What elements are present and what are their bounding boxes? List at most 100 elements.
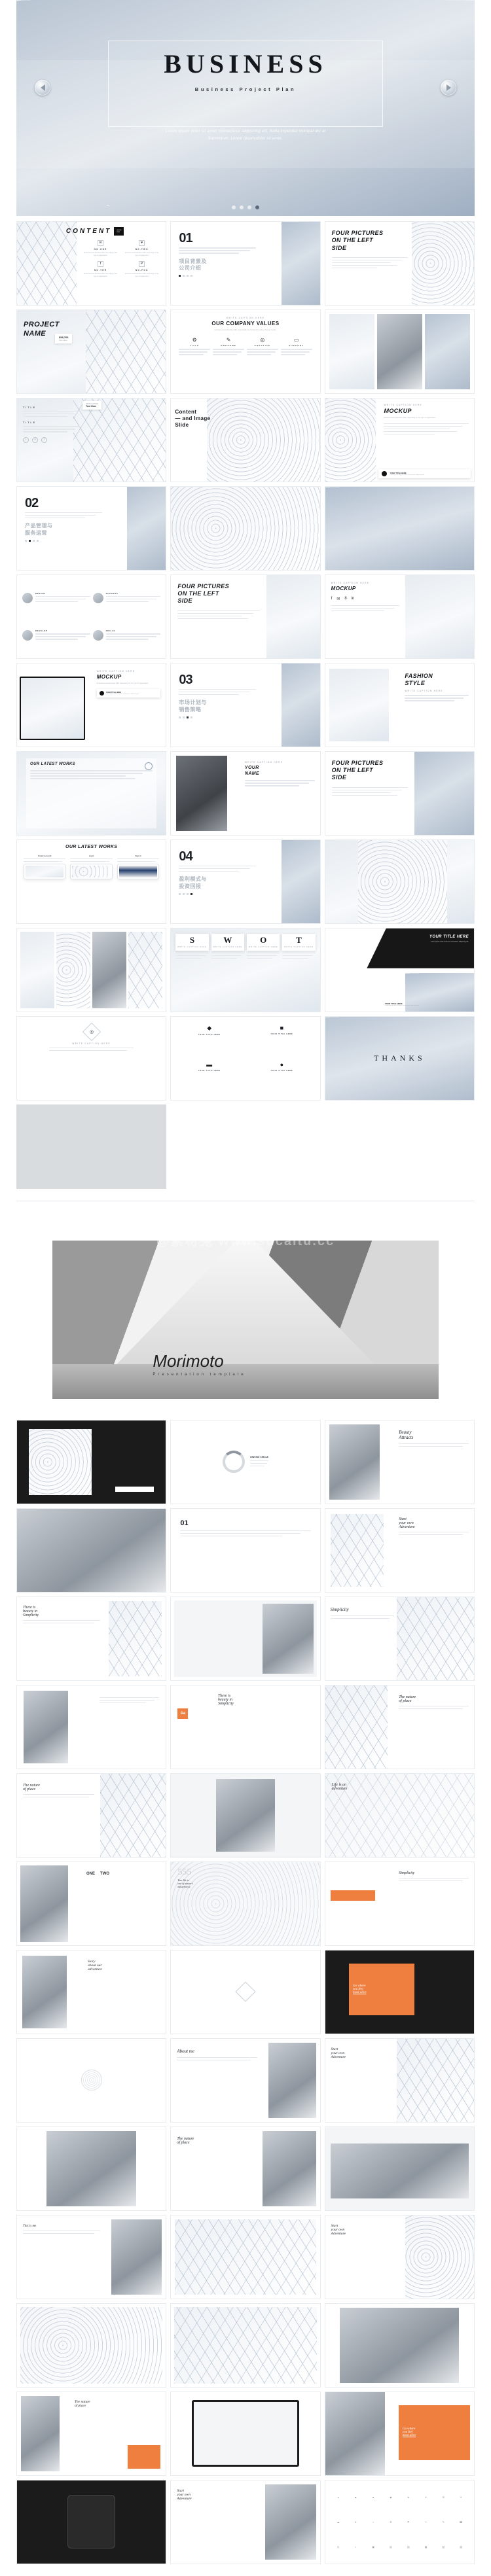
slide-m-simplicity-2[interactable]: Simplicity [324, 1861, 475, 1946]
slide-mockup-1[interactable]: WRITE CAPTION HERE MOCKUP Entrepreneuria… [324, 397, 475, 482]
slide-team-four[interactable]: DESIGN SUCCESS DEVELOP SKILLS [16, 574, 167, 659]
slide-m-stairs[interactable] [170, 1596, 321, 1681]
slide-m-plant[interactable] [170, 2214, 321, 2299]
swot-item-1[interactable]: S WRITE CAPTION HERE [175, 933, 209, 1006]
slide-m-arch[interactable] [16, 2303, 167, 2388]
slide-mockup-social[interactable]: WRITE CAPTION HERE MOCKUP f ✉ 8 in [324, 574, 475, 659]
linkedin-icon[interactable]: in [352, 597, 355, 601]
slide-section-04[interactable]: 04 盈利模式与 投资回报 [170, 839, 321, 924]
values-col-1[interactable]: ⚙ TITLE [179, 337, 211, 357]
slide-m-tablet-dark[interactable] [170, 2391, 321, 2476]
phone-item-3[interactable]: Sign in [117, 855, 160, 880]
download-icon[interactable]: ↓ [23, 436, 29, 443]
slide-m-nature-place-2[interactable]: The nature of place [16, 1773, 167, 1858]
slide-m-story-adventure[interactable]: Story about our adventure [16, 1949, 167, 2034]
slide-m-go-where-2[interactable]: Go where you feel most alive [324, 2391, 475, 2476]
slide-content-toc[interactable]: CONTENT ▬▬▬ ▬▬ ✉ NO.ONE Entrepreneurial a… [16, 221, 167, 306]
slide-m-nature-place-1[interactable]: The nature of place [324, 1684, 475, 1769]
values-col-4[interactable]: ▭ SUPPORT [280, 337, 312, 357]
slide-m-go-where[interactable]: Go where you feel most alive [324, 1949, 475, 2034]
slide-m-about-me[interactable]: About me [170, 2038, 321, 2123]
toc-item-4[interactable]: P NO.FOU Entrepreneurial activities diff… [124, 260, 159, 278]
slide-m-circle-chart[interactable]: ONE BIG CIRCLE [170, 1419, 321, 1504]
slide-m-circular[interactable] [16, 2038, 167, 2123]
carousel-dot-4[interactable] [255, 205, 259, 209]
slide-section-03[interactable]: 03 市场计划与 销售策略 [170, 662, 321, 747]
slide-m-555[interactable]: 555 Your life is one of nature's masterp… [170, 1861, 321, 1946]
twitter-icon[interactable]: ✉ [336, 597, 340, 601]
icon-item-1[interactable]: ◆ YOUR TITLE HERE [176, 1025, 242, 1056]
slide-m-nature-place-3[interactable]: The nature of place [170, 2126, 321, 2211]
slide-gallery-strip[interactable] [16, 927, 167, 1012]
slide-columns-image[interactable] [324, 839, 475, 924]
slide-title-text[interactable]: WRITE CAPTION Text Here TITLE TITLE ↓ ○ … [16, 397, 167, 482]
slide-person-profile[interactable]: WRITE CAPTION HERE YOUR NAME [170, 750, 321, 836]
carousel-prev-button[interactable] [35, 80, 50, 96]
slide-fashion-style[interactable]: FASHION STYLE WRITE CAPTION HERE [324, 662, 475, 747]
google-icon[interactable]: 8 [344, 597, 346, 601]
slide-m-watch[interactable] [16, 2479, 167, 2564]
upload-icon[interactable]: ↑ [41, 436, 47, 443]
facebook-icon[interactable]: f [331, 597, 333, 601]
team-member-3[interactable]: DEVELOP [22, 618, 90, 653]
slide-diamond-idea[interactable]: ◎ WRITE CAPTION HERE [16, 1015, 167, 1101]
carousel-dots[interactable] [16, 205, 475, 209]
slide-m-shelf[interactable] [324, 2303, 475, 2388]
slide-four-pictures-1[interactable]: FOUR PICTURES ON THE LEFT SIDE [324, 221, 475, 306]
icon-item-2[interactable]: ■ YOUR TITLE HERE [249, 1025, 315, 1056]
slide-latest-works-1[interactable]: OUR LATEST WORKS [16, 750, 167, 836]
slide-m-icon-sheet[interactable]: ● ■ ▲ ◆ ★ ✈ ✉ ☀ ☁ ♥ ⌂ ⚙ ⚑ ✂ ✎ ☎ ◎ ◐ ▣ ▤ ▥ ▦ ▧ ▨ [324, 2479, 475, 2564]
slide-m-stairs-2[interactable] [16, 2126, 167, 2211]
slide-m-person-walk[interactable] [170, 1773, 321, 1858]
slide-mockup-laptop[interactable]: WRITE CAPTION HERE MOCKUP Entrepreneuria… [16, 662, 167, 747]
slide-section-02[interactable]: 02 产品管理与 服务运营 [16, 485, 167, 571]
phone-item-1[interactable]: Create Account [24, 855, 66, 880]
slide-section-01[interactable]: 01 项目背景及 公司介绍 [170, 221, 321, 306]
slide-company-values[interactable]: WRITE CAPTION HERE OUR COMPANY VALUES En… [170, 309, 321, 394]
slide-m-beauty-simplicity-1[interactable]: There is beauty in Simplicity [16, 1596, 167, 1681]
team-member-1[interactable]: DESIGN [22, 580, 90, 615]
slide-m-simplicity[interactable]: Simplicity [324, 1596, 475, 1681]
swot-item-4[interactable]: T WRITE CAPTION HERE [282, 933, 316, 1006]
slide-m-start-adventure-4[interactable]: Start your own Adventure [170, 2479, 321, 2564]
carousel-next-button[interactable] [441, 80, 456, 96]
slide-m-start-adventure-2[interactable]: Start your own Adventure [324, 2038, 475, 2123]
carousel-dot-1[interactable] [232, 205, 236, 209]
info-icon[interactable]: ○ [32, 436, 38, 443]
slide-m-life-adventure[interactable]: Life is an adventure [324, 1773, 475, 1858]
slide-four-pictures-2[interactable]: FOUR PICTURES ON THE LEFT SIDE [170, 574, 321, 659]
phone-item-2[interactable]: Login [70, 855, 113, 880]
slide-m-this-is-me[interactable]: This is me [16, 2214, 167, 2299]
slide-m-frame[interactable] [16, 1684, 167, 1769]
slide-content-image[interactable]: Content — and Image Slide [170, 397, 321, 482]
carousel-dot-3[interactable] [247, 205, 251, 209]
slide-thanks[interactable]: THANKS [324, 1015, 475, 1101]
icon-item-4[interactable]: ● YOUR TITLE HERE [249, 1061, 315, 1092]
icon-item-3[interactable]: ▬ YOUR TITLE HERE [176, 1061, 242, 1092]
toc-item-3[interactable]: f NO.THR Entrepreneurial activities diff… [83, 260, 118, 278]
carousel-dot-2[interactable] [240, 205, 244, 209]
values-col-2[interactable]: ✎ AWESOME [213, 337, 244, 357]
slide-wave-image-1[interactable] [324, 485, 475, 571]
slide-your-title-dark[interactable]: YOUR TITLE HERE Lorem ipsum dolor sit am… [324, 927, 475, 1012]
toc-item-2[interactable]: ♥ NO.TWO Entrepreneurial activities diff… [124, 239, 159, 257]
slide-m-lamp[interactable] [16, 1508, 167, 1593]
slide-m-big-numbers[interactable]: ONE TWO [16, 1861, 167, 1946]
slide-swot-analysis[interactable]: S WRITE CAPTION HERE W WRITE CAPTION HER… [170, 927, 321, 1012]
slide-m-heart[interactable] [170, 2303, 321, 2388]
swot-item-2[interactable]: W WRITE CAPTION HERE [211, 933, 244, 1006]
slide-m-beauty[interactable]: Beauty Attracts [324, 1419, 475, 1504]
slide-project-name[interactable]: PROJECT NAME $58,766 Text Here [16, 309, 167, 394]
slide-m-start-adventure-3[interactable]: Start your own Adventure [324, 2214, 475, 2299]
slide-image-grid-1[interactable] [324, 309, 475, 394]
slide-m-start-adventure-1[interactable]: Start your own Adventure [324, 1508, 475, 1593]
slide-m-bag-diagram[interactable] [170, 1949, 321, 2034]
slide-latest-works-2[interactable]: OUR LATEST WORKS Create Account Login Si… [16, 839, 167, 924]
slide-m-orange-beauty[interactable]: Aa There is beauty in Simplicity [170, 1684, 321, 1769]
slide-m-nature-orange[interactable]: The nature of place [16, 2391, 167, 2476]
toc-item-1[interactable]: ✉ NO.ONE Entrepreneurial activities diff… [83, 239, 118, 257]
slide-blank-end[interactable] [16, 1104, 167, 1189]
slide-m-dark-photo[interactable] [16, 1419, 167, 1504]
slide-m-sofa[interactable] [324, 2126, 475, 2211]
swot-item-3[interactable]: O WRITE CAPTION HERE [246, 933, 280, 1006]
